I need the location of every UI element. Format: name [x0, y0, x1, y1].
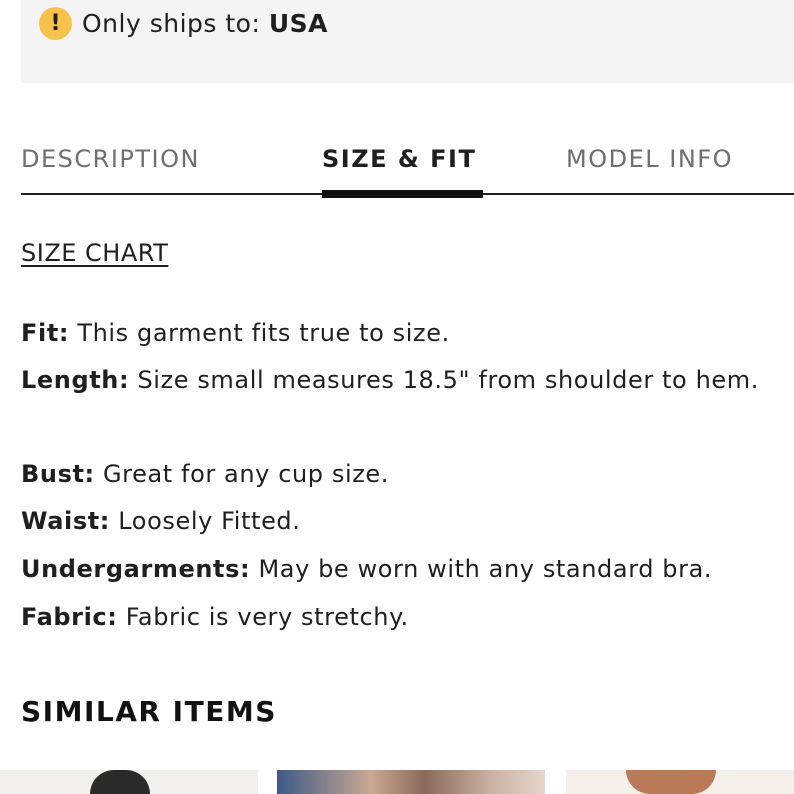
fit-detail-value: Size small measures 18.5" from shoulder …: [137, 366, 759, 394]
similar-items-title: SIMILAR ITEMS: [21, 695, 277, 728]
fit-detail-key: Fabric:: [21, 603, 118, 631]
size-chart-link[interactable]: SIZE CHART: [21, 237, 168, 269]
similar-item-card[interactable]: [566, 770, 794, 794]
fit-detail-value: Fabric is very stretchy.: [125, 603, 409, 631]
product-image: [626, 770, 716, 794]
fit-detail-key: Fit:: [21, 319, 70, 347]
fit-detail-key: Length:: [21, 366, 130, 394]
fit-detail-value: May be worn with any standard bra.: [258, 555, 713, 583]
similar-item-card[interactable]: [0, 770, 258, 794]
fit-detail-value: This garment fits true to size.: [77, 319, 450, 347]
tab-description[interactable]: DESCRIPTION: [21, 143, 200, 175]
shipping-label: Only ships to:: [82, 9, 261, 38]
active-tab-indicator: [322, 190, 483, 198]
fit-detail-waist: Waist: Loosely Fitted.: [21, 498, 791, 545]
product-image: [90, 770, 150, 794]
fit-detail-value: Great for any cup size.: [102, 460, 390, 488]
tab-size-and-fit[interactable]: SIZE & FIT: [322, 143, 476, 175]
product-image: [277, 770, 545, 794]
tab-model-info[interactable]: MODEL INFO: [566, 143, 733, 175]
fit-detail-length: Length: Size small measures 18.5" from s…: [21, 357, 791, 404]
shipping-country: USA: [268, 9, 328, 38]
shipping-text: Only ships to: USA: [82, 8, 328, 40]
fit-detail-fabric: Fabric: Fabric is very stretchy.: [21, 594, 791, 641]
exclamation-icon: !: [39, 7, 72, 40]
fit-detail-fit: Fit: This garment fits true to size.: [21, 310, 791, 357]
fit-detail-key: Waist:: [21, 507, 110, 535]
fit-detail-undergarments: Undergarments: May be worn with any stan…: [21, 546, 791, 593]
fit-detail-value: Loosely Fitted.: [118, 507, 301, 535]
similar-item-card[interactable]: [277, 770, 545, 794]
fit-detail-key: Bust:: [21, 460, 95, 488]
fit-detail-bust: Bust: Great for any cup size.: [21, 451, 791, 498]
fit-detail-key: Undergarments:: [21, 555, 251, 583]
